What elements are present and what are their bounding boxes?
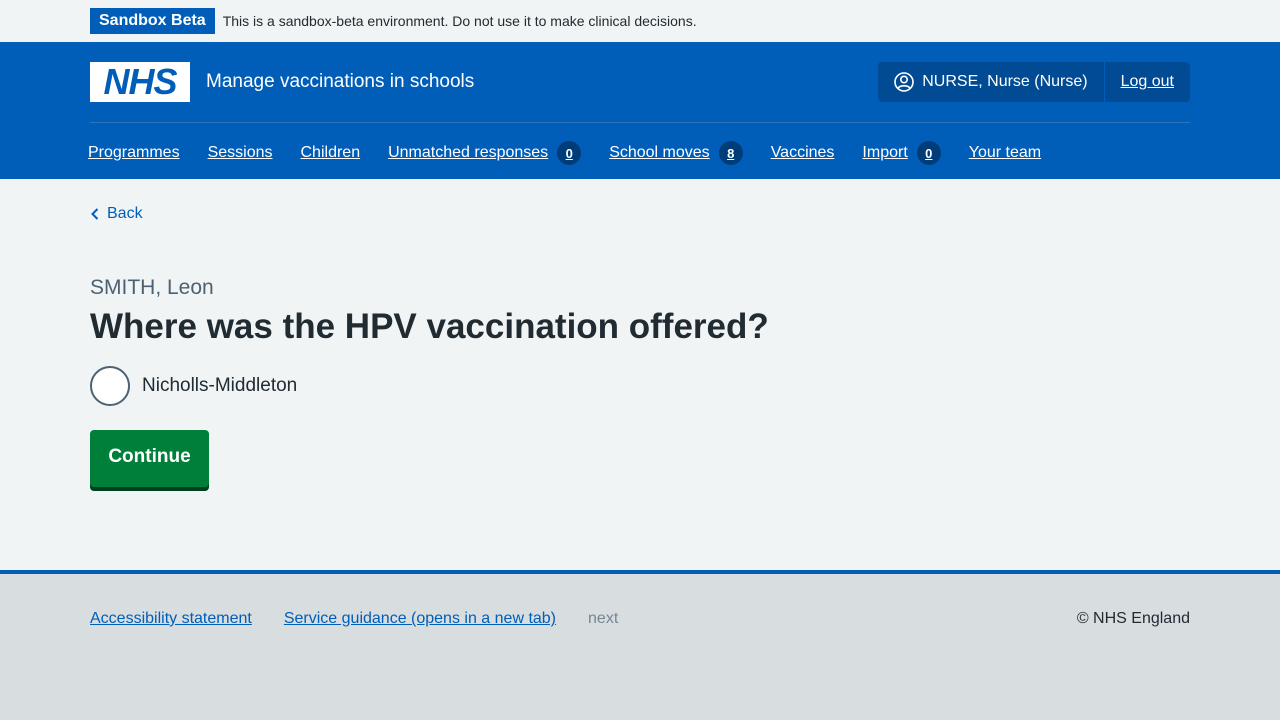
service-name[interactable]: Manage vaccinations in schools [206,71,474,93]
main-content: Back SMITH, Leon Where was the HPV vacci… [0,179,1280,570]
school-moves-count: 8 [718,141,743,165]
primary-navigation: Programmes Sessions Children Unmatched r… [88,138,1069,168]
accessibility-statement-link[interactable]: Accessibility statement [90,610,252,628]
nav-children[interactable]: Children [301,144,361,162]
phase-tag: Sandbox Beta [90,8,215,34]
import-count: 0 [916,141,941,165]
footer: Accessibility statement Service guidance… [0,570,1280,720]
nav-vaccines[interactable]: Vaccines [771,144,835,162]
nav-unmatched-responses[interactable]: Unmatched responses 0 [388,141,582,165]
nhs-logo-text: NHS [103,61,177,102]
header-divider [90,122,1190,123]
logout-link[interactable]: Log out [1105,62,1190,102]
unmatched-responses-count: 0 [557,141,582,165]
user-circle-icon [894,72,915,92]
chevron-left-icon [91,208,99,220]
page-title: Where was the HPV vaccination offered? [90,307,769,346]
nav-import[interactable]: Import 0 [862,141,941,165]
nav-sessions[interactable]: Sessions [208,144,273,162]
phase-banner: Sandbox Beta This is a sandbox-beta envi… [0,0,1280,42]
account-menu: NURSE, Nurse (Nurse) Log out [878,62,1190,102]
nav-programmes[interactable]: Programmes [88,144,180,162]
nav-school-moves[interactable]: School moves 8 [609,141,743,165]
nhs-logo[interactable]: NHS [90,62,190,102]
patient-name-caption: SMITH, Leon [90,276,214,299]
back-link[interactable]: Back [90,205,143,223]
version-text: next [588,610,619,627]
radio-option-nicholls-middleton[interactable]: Nicholls-Middleton [90,366,297,406]
radio-button[interactable] [90,366,130,406]
continue-button[interactable]: Continue [90,430,209,487]
account-user: NURSE, Nurse (Nurse) [878,62,1105,102]
radio-label[interactable]: Nicholls-Middleton [142,375,297,397]
back-link-label: Back [107,205,143,222]
copyright: © NHS England [1076,610,1190,627]
service-guidance-link[interactable]: Service guidance (opens in a new tab) [284,610,556,628]
account-user-name: NURSE, Nurse (Nurse) [922,73,1088,90]
nav-your-team[interactable]: Your team [969,144,1041,162]
header: NHS Manage vaccinations in schools NURSE… [0,42,1280,179]
phase-banner-text: This is a sandbox-beta environment. Do n… [222,13,697,29]
